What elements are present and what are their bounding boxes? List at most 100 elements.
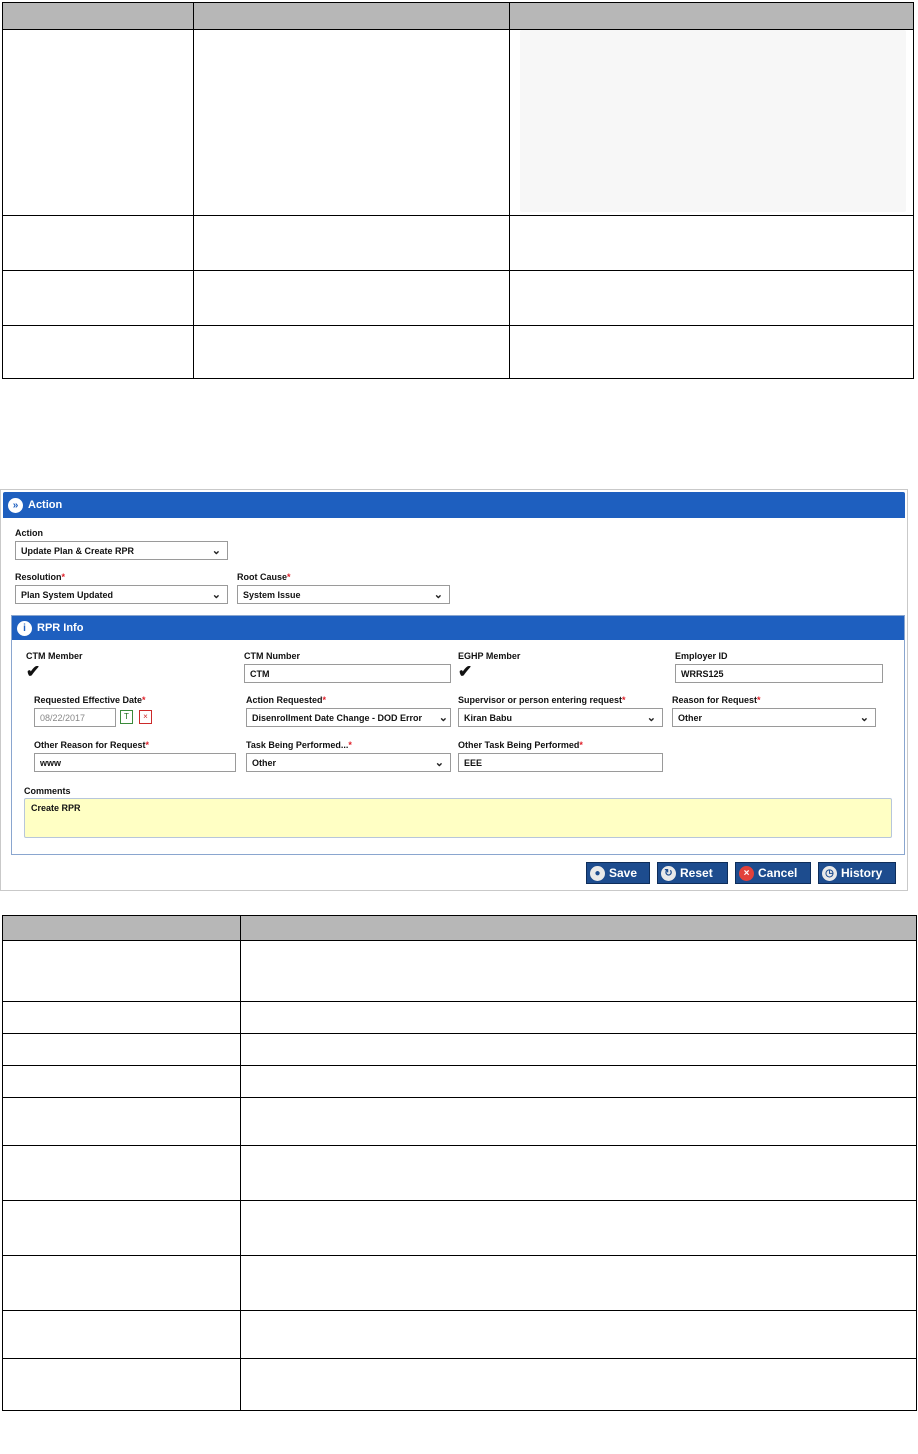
table-header-row xyxy=(2,915,917,941)
table-cell xyxy=(240,1097,917,1146)
requested-effective-date-label: Requested Effective Date* xyxy=(34,695,146,705)
table-cell xyxy=(240,1200,917,1256)
table-row xyxy=(1,270,915,326)
table-cell xyxy=(2,940,241,1002)
action-requested-select-value: Disenrollment Date Change - DOD Error xyxy=(252,712,423,723)
table-cell xyxy=(193,270,510,326)
history-button-label: History xyxy=(841,866,883,880)
table-cell xyxy=(508,215,915,271)
placeholder-image-area xyxy=(520,30,906,212)
cancel-button[interactable]: × Cancel xyxy=(735,862,811,884)
clear-date-icon[interactable]: × xyxy=(139,710,152,724)
reason-for-request-select[interactable]: Other ⌄ xyxy=(672,708,876,727)
ctm-number-label: CTM Number xyxy=(244,651,300,661)
action-panel: » Action Action Update Plan & Create RPR… xyxy=(0,489,908,891)
action-label: Action xyxy=(15,528,43,538)
action-select[interactable]: Update Plan & Create RPR ⌄ xyxy=(15,541,228,560)
table-cell xyxy=(2,1001,241,1034)
employer-id-input[interactable]: WRRS125 xyxy=(675,664,883,683)
table-header-cell xyxy=(2,915,241,941)
table-cell xyxy=(2,1200,241,1256)
table-cell xyxy=(2,1097,241,1146)
action-requested-select[interactable]: Disenrollment Date Change - DOD Error ⌄ xyxy=(246,708,451,727)
other-task-label: Other Task Being Performed* xyxy=(458,740,583,750)
table-header-row xyxy=(1,2,915,30)
chevron-down-icon: ⌄ xyxy=(438,712,448,724)
rpr-info-title: RPR Info xyxy=(37,622,84,634)
task-being-performed-select[interactable]: Other ⌄ xyxy=(246,753,451,772)
history-icon: ◷ xyxy=(822,865,837,881)
cancel-button-label: Cancel xyxy=(758,866,798,880)
requested-effective-date-input[interactable]: 08/22/2017 xyxy=(34,708,116,727)
supervisor-select-value: Kiran Babu xyxy=(464,712,513,723)
table-row xyxy=(2,1001,917,1034)
table-header-cell xyxy=(193,2,510,30)
supervisor-select[interactable]: Kiran Babu ⌄ xyxy=(458,708,663,727)
chevron-down-icon: ⌄ xyxy=(433,589,443,601)
table-row xyxy=(2,1145,917,1201)
employer-id-label: Employer ID xyxy=(675,651,728,661)
table-cell xyxy=(2,1145,241,1201)
table-cell xyxy=(240,1145,917,1201)
table-cell xyxy=(2,1310,241,1359)
table-row xyxy=(2,1358,917,1411)
cancel-icon: × xyxy=(739,865,754,881)
comments-textarea[interactable]: Create RPR xyxy=(24,798,892,838)
supervisor-label: Supervisor or person entering request* xyxy=(458,695,626,705)
root-cause-select-value: System Issue xyxy=(243,589,301,600)
other-task-input[interactable]: EEE xyxy=(458,753,663,772)
table-cell xyxy=(240,1065,917,1098)
reset-button-label: Reset xyxy=(680,866,713,880)
save-icon: ● xyxy=(590,865,605,881)
table-row xyxy=(2,1033,917,1066)
resolution-select-value: Plan System Updated xyxy=(21,589,114,600)
table-cell xyxy=(2,1033,241,1066)
reset-button[interactable]: ↻ Reset xyxy=(657,862,728,884)
save-button[interactable]: ● Save xyxy=(586,862,650,884)
root-cause-label: Root Cause* xyxy=(237,572,291,582)
table-header-cell xyxy=(240,915,917,941)
reason-for-request-label: Reason for Request* xyxy=(672,695,761,705)
root-cause-select[interactable]: System Issue ⌄ xyxy=(237,585,450,604)
task-being-performed-label: Task Being Performed...* xyxy=(246,740,352,750)
table-cell xyxy=(1,215,195,271)
action-requested-label: Action Requested* xyxy=(246,695,327,705)
rpr-info-header[interactable]: i RPR Info xyxy=(12,616,904,640)
table-cell xyxy=(1,270,195,326)
calendar-icon[interactable]: T xyxy=(120,710,133,724)
history-button[interactable]: ◷ History xyxy=(818,862,896,884)
resolution-select[interactable]: Plan System Updated ⌄ xyxy=(15,585,228,604)
table-cell xyxy=(1,325,195,379)
table-row xyxy=(2,1255,917,1311)
bottom-table xyxy=(2,915,917,1411)
eghp-member-checkbox[interactable]: ✔ xyxy=(458,663,474,680)
other-reason-label: Other Reason for Request* xyxy=(34,740,150,750)
table-row xyxy=(1,325,915,379)
table-cell xyxy=(240,1255,917,1311)
table-cell xyxy=(240,940,917,1002)
save-button-label: Save xyxy=(609,866,638,880)
table-cell xyxy=(240,1001,917,1034)
table-cell xyxy=(508,325,915,379)
table-cell xyxy=(240,1358,917,1411)
table-cell xyxy=(240,1033,917,1066)
table-row xyxy=(2,1097,917,1146)
info-icon: i xyxy=(17,620,32,636)
table-cell xyxy=(2,1255,241,1311)
other-reason-input[interactable]: www xyxy=(34,753,236,772)
chevron-down-icon: ⌄ xyxy=(211,589,221,601)
table-row xyxy=(2,1200,917,1256)
action-panel-header[interactable]: » Action xyxy=(3,492,905,518)
action-select-value: Update Plan & Create RPR xyxy=(21,545,135,556)
task-being-performed-select-value: Other xyxy=(252,757,277,768)
table-cell xyxy=(193,215,510,271)
ctm-number-input[interactable]: CTM xyxy=(244,664,451,683)
collapse-toggle-icon[interactable]: » xyxy=(8,497,23,513)
chevron-down-icon: ⌄ xyxy=(859,712,869,724)
table-row xyxy=(1,215,915,271)
table-cell xyxy=(2,1358,241,1411)
table-row xyxy=(2,1065,917,1098)
ctm-member-checkbox[interactable]: ✔ xyxy=(26,663,42,680)
table-row xyxy=(2,940,917,1002)
chevron-down-icon: ⌄ xyxy=(211,545,221,557)
